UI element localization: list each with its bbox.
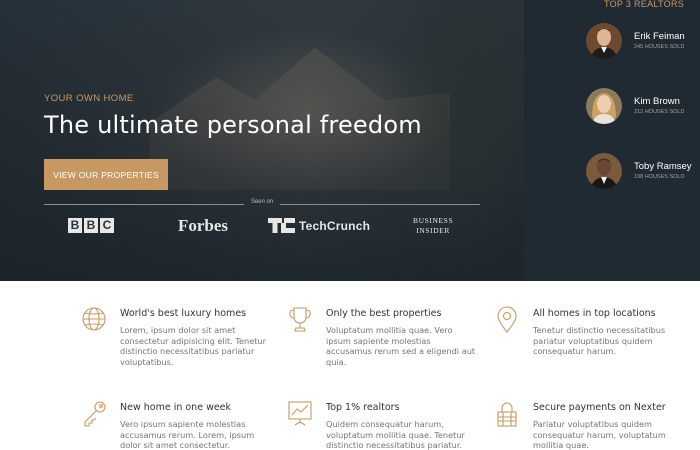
chart-icon (288, 401, 312, 426)
realtor-houses-sold: 198 HOUSES SOLD (634, 174, 685, 180)
bbc-logo: B B C (68, 218, 114, 233)
hero-content: YOUR OWN HOME The ultimate personal free… (44, 93, 484, 139)
realtor-name: Erik Feiman (634, 31, 685, 42)
techcrunch-logo: TechCrunch (268, 218, 370, 233)
techcrunch-wordmark: TechCrunch (299, 218, 371, 233)
realtors-title: TOP 3 REALTORS (604, 0, 685, 9)
realtor-name: Kim Brown (634, 96, 680, 107)
divider-line-right (280, 204, 480, 205)
business-insider-line: BUSINESS (413, 216, 454, 225)
feature-title: All homes in top locations (533, 308, 656, 319)
realtor-card[interactable]: Kim Brown 212 HOUSES SOLD (586, 88, 700, 130)
feature-text: Pariatur voluptatibus quidem consequatur… (533, 419, 666, 450)
top-realtors-panel: TOP 3 REALTORS Erik Feiman 245 HOUSES SO… (524, 0, 700, 281)
bbc-logo-letter: C (100, 218, 114, 233)
features-section: World's best luxury homes Lorem, ipsum d… (0, 281, 700, 450)
realtor-houses-sold: 245 HOUSES SOLD (634, 44, 685, 50)
feature-title: Secure payments on Nexter (533, 402, 666, 413)
seen-on-divider: Seen on (44, 199, 480, 209)
hero-headline: The ultimate personal freedom (44, 111, 422, 139)
feature-text: Lorem, ipsum dolor sit amet consectetur … (120, 325, 267, 367)
bbc-logo-letter: B (68, 218, 82, 233)
bbc-logo-letter: B (84, 218, 98, 233)
realtor-card[interactable]: Erik Feiman 245 HOUSES SOLD (586, 23, 700, 65)
trophy-icon (289, 307, 311, 332)
hero-eyebrow: YOUR OWN HOME (44, 93, 134, 104)
techcrunch-mark-icon (268, 218, 295, 233)
globe-icon (82, 307, 106, 331)
avatar (586, 23, 622, 59)
business-insider-line: INSIDER (416, 226, 451, 235)
feature-text: Vero ipsum sapiente molestias accusamus … (120, 419, 255, 450)
avatar (586, 153, 622, 189)
feature-text: Quidem consequatur harum, voluptatum mol… (326, 419, 465, 450)
key-icon (84, 401, 106, 427)
feature-title: New home in one week (120, 402, 232, 413)
forbes-logo: Forbes (178, 216, 229, 235)
hero-section: YOUR OWN HOME The ultimate personal free… (0, 0, 524, 281)
realtor-card[interactable]: Toby Ramsey 198 HOUSES SOLD (586, 153, 700, 195)
feature-title: World's best luxury homes (120, 308, 247, 319)
view-properties-button[interactable]: VIEW OUR PROPERTIES (44, 159, 168, 190)
feature-text: Tenetur distinctio necessitatibus pariat… (533, 325, 666, 356)
press-logos: B B C Forbes TechCrunch BUSINESS INSIDER (60, 214, 480, 240)
business-insider-logo: BUSINESS INSIDER (413, 216, 453, 236)
feature-title: Only the best properties (326, 308, 442, 319)
map-pin-icon (497, 306, 517, 333)
feature-text: Voluptatum mollitia quae. Vero ipsum sap… (326, 325, 476, 367)
avatar (586, 88, 622, 124)
realtor-houses-sold: 212 HOUSES SOLD (634, 109, 685, 115)
realtor-name: Toby Ramsey (634, 161, 692, 172)
lock-icon (497, 402, 517, 427)
feature-title: Top 1% realtors (326, 402, 400, 413)
